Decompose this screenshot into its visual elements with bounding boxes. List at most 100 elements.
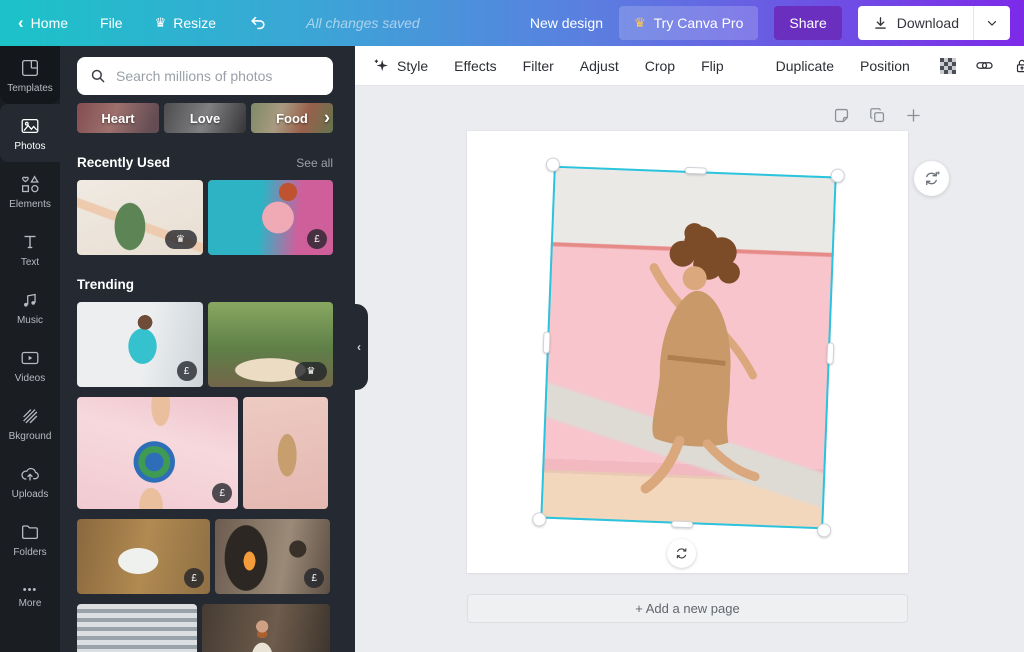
chevron-left-icon: ‹ [357, 340, 361, 354]
rotate-icon [676, 548, 686, 559]
sidebar-item-photos[interactable]: Photos [0, 104, 60, 162]
resize-handle-bottom[interactable] [670, 520, 693, 529]
file-menu[interactable]: File [100, 15, 123, 31]
photo-thumb-roses[interactable]: £ [207, 180, 333, 255]
text-icon [24, 235, 36, 248]
elements-icon [21, 174, 39, 192]
filter-button[interactable]: Filter [523, 58, 554, 74]
add-new-page-button[interactable]: + Add a new page [467, 594, 908, 623]
effects-button[interactable]: Effects [454, 58, 497, 74]
sidebar-item-videos[interactable]: Videos [0, 336, 60, 394]
crown-icon: ♛ [633, 15, 646, 30]
woman-jumping-figure [640, 223, 760, 494]
see-all-link[interactable]: See all [296, 156, 333, 170]
price-badge: £ [184, 568, 205, 588]
style-button[interactable]: Style [373, 57, 428, 74]
recently-used-title: Recently Used [77, 155, 171, 170]
rotate-handle[interactable] [666, 538, 697, 569]
photo-thumb-pink-wall[interactable] [243, 397, 328, 509]
lock-icon [1016, 59, 1024, 72]
autosave-status: All changes saved [306, 15, 420, 31]
selected-photo-woman-jumping[interactable] [532, 157, 845, 569]
add-notes-button[interactable] [832, 106, 851, 125]
resize-handle-bottom-right[interactable] [816, 523, 832, 538]
photos-panel: Heart Love Food › Recently Used See all … [60, 46, 368, 652]
uploads-icon [21, 467, 39, 481]
undo-button[interactable] [248, 13, 268, 33]
resize-handle-top[interactable] [684, 166, 707, 175]
lock-button[interactable] [1013, 57, 1024, 75]
more-dots-icon: ••• [22, 583, 38, 596]
folders-icon [22, 524, 38, 539]
refresh-style-button[interactable] [914, 161, 949, 196]
photo-thumb-cook[interactable]: £ [77, 302, 203, 387]
sidebar-item-folders[interactable]: Folders [0, 510, 60, 568]
duplicate-page-button[interactable] [868, 106, 887, 125]
top-bar: ‹ Home File ♛ Resize All changes saved N… [0, 0, 1024, 46]
sidebar-item-uploads[interactable]: Uploads [0, 452, 60, 510]
resize-label: Resize [173, 15, 217, 31]
try-canva-pro-button[interactable]: ♛ Try Canva Pro [618, 6, 759, 40]
adjust-button[interactable]: Adjust [580, 58, 619, 74]
chevron-down-icon [987, 20, 997, 26]
background-icon [23, 408, 38, 423]
duplicate-button[interactable]: Duplicate [776, 58, 834, 74]
sidebar-item-background[interactable]: Bkground [0, 394, 60, 452]
design-page[interactable] [467, 131, 908, 573]
sidebar-item-elements[interactable]: Elements [0, 162, 60, 220]
photo-thumb-sink[interactable]: £ [77, 519, 211, 594]
photo-thumb-chef[interactable] [202, 604, 331, 652]
resize-handle-bottom-left[interactable] [532, 512, 547, 527]
panel-collapse-button[interactable]: ‹ [342, 304, 368, 390]
chip-love[interactable]: Love [164, 103, 246, 133]
chevron-left-icon: ‹ [18, 12, 24, 32]
chevron-right-icon[interactable]: › [324, 108, 330, 129]
share-button[interactable]: Share [774, 6, 842, 40]
transparency-button[interactable] [939, 57, 956, 74]
position-button[interactable]: Position [860, 58, 910, 74]
sidebar-item-text[interactable]: Text [0, 220, 60, 278]
resize-handle-top-right[interactable] [830, 168, 845, 183]
price-badge: £ [307, 229, 327, 249]
download-icon [874, 16, 886, 29]
resize-handle-right[interactable] [826, 341, 835, 365]
try-pro-label: Try Canva Pro [653, 15, 744, 31]
pro-crown-badge: ♛ [295, 362, 327, 381]
price-badge: £ [176, 361, 197, 381]
add-page-icon-button[interactable] [904, 106, 923, 125]
notes-icon [834, 108, 849, 123]
photo-thumb-globe[interactable]: £ [77, 397, 239, 509]
resize-handle-left[interactable] [542, 330, 551, 354]
share-label: Share [789, 15, 827, 31]
flip-button[interactable]: Flip [701, 58, 724, 74]
templates-icon [22, 59, 38, 76]
price-badge: £ [304, 568, 325, 588]
chip-food[interactable]: Food [251, 103, 333, 133]
photo-thumb-picnic[interactable]: ♛ [207, 302, 333, 387]
home-button[interactable]: ‹ Home [18, 12, 68, 32]
photo-thumb-fern[interactable]: ♛ [77, 180, 203, 255]
sparkle-icon [374, 59, 388, 72]
sidebar-item-templates[interactable]: Templates [0, 46, 60, 104]
crop-button[interactable]: Crop [645, 58, 675, 74]
download-button-group: Download [857, 6, 1010, 40]
design-title[interactable]: New design [530, 15, 603, 31]
download-options-button[interactable] [973, 6, 1010, 40]
duplicate-page-icon [870, 108, 885, 123]
resize-button[interactable]: ♛ Resize [155, 15, 216, 31]
link-button[interactable] [975, 56, 994, 75]
context-toolbar: Style Effects Filter Adjust Crop Flip Du… [355, 46, 1024, 86]
search-input[interactable] [116, 68, 321, 84]
crown-icon: ♛ [154, 15, 167, 30]
price-badge: £ [212, 483, 233, 503]
music-icon [24, 293, 36, 307]
sidebar-item-music[interactable]: Music [0, 278, 60, 336]
chip-heart[interactable]: Heart [77, 103, 159, 133]
search-bar [77, 57, 333, 95]
trending-title: Trending [77, 277, 134, 292]
undo-icon [251, 16, 265, 30]
download-button[interactable]: Download [858, 6, 973, 40]
photo-thumb-shutters[interactable] [77, 604, 198, 652]
sidebar-item-more[interactable]: ••• More [0, 568, 60, 626]
photo-thumb-fireplace[interactable]: £ [215, 519, 331, 594]
